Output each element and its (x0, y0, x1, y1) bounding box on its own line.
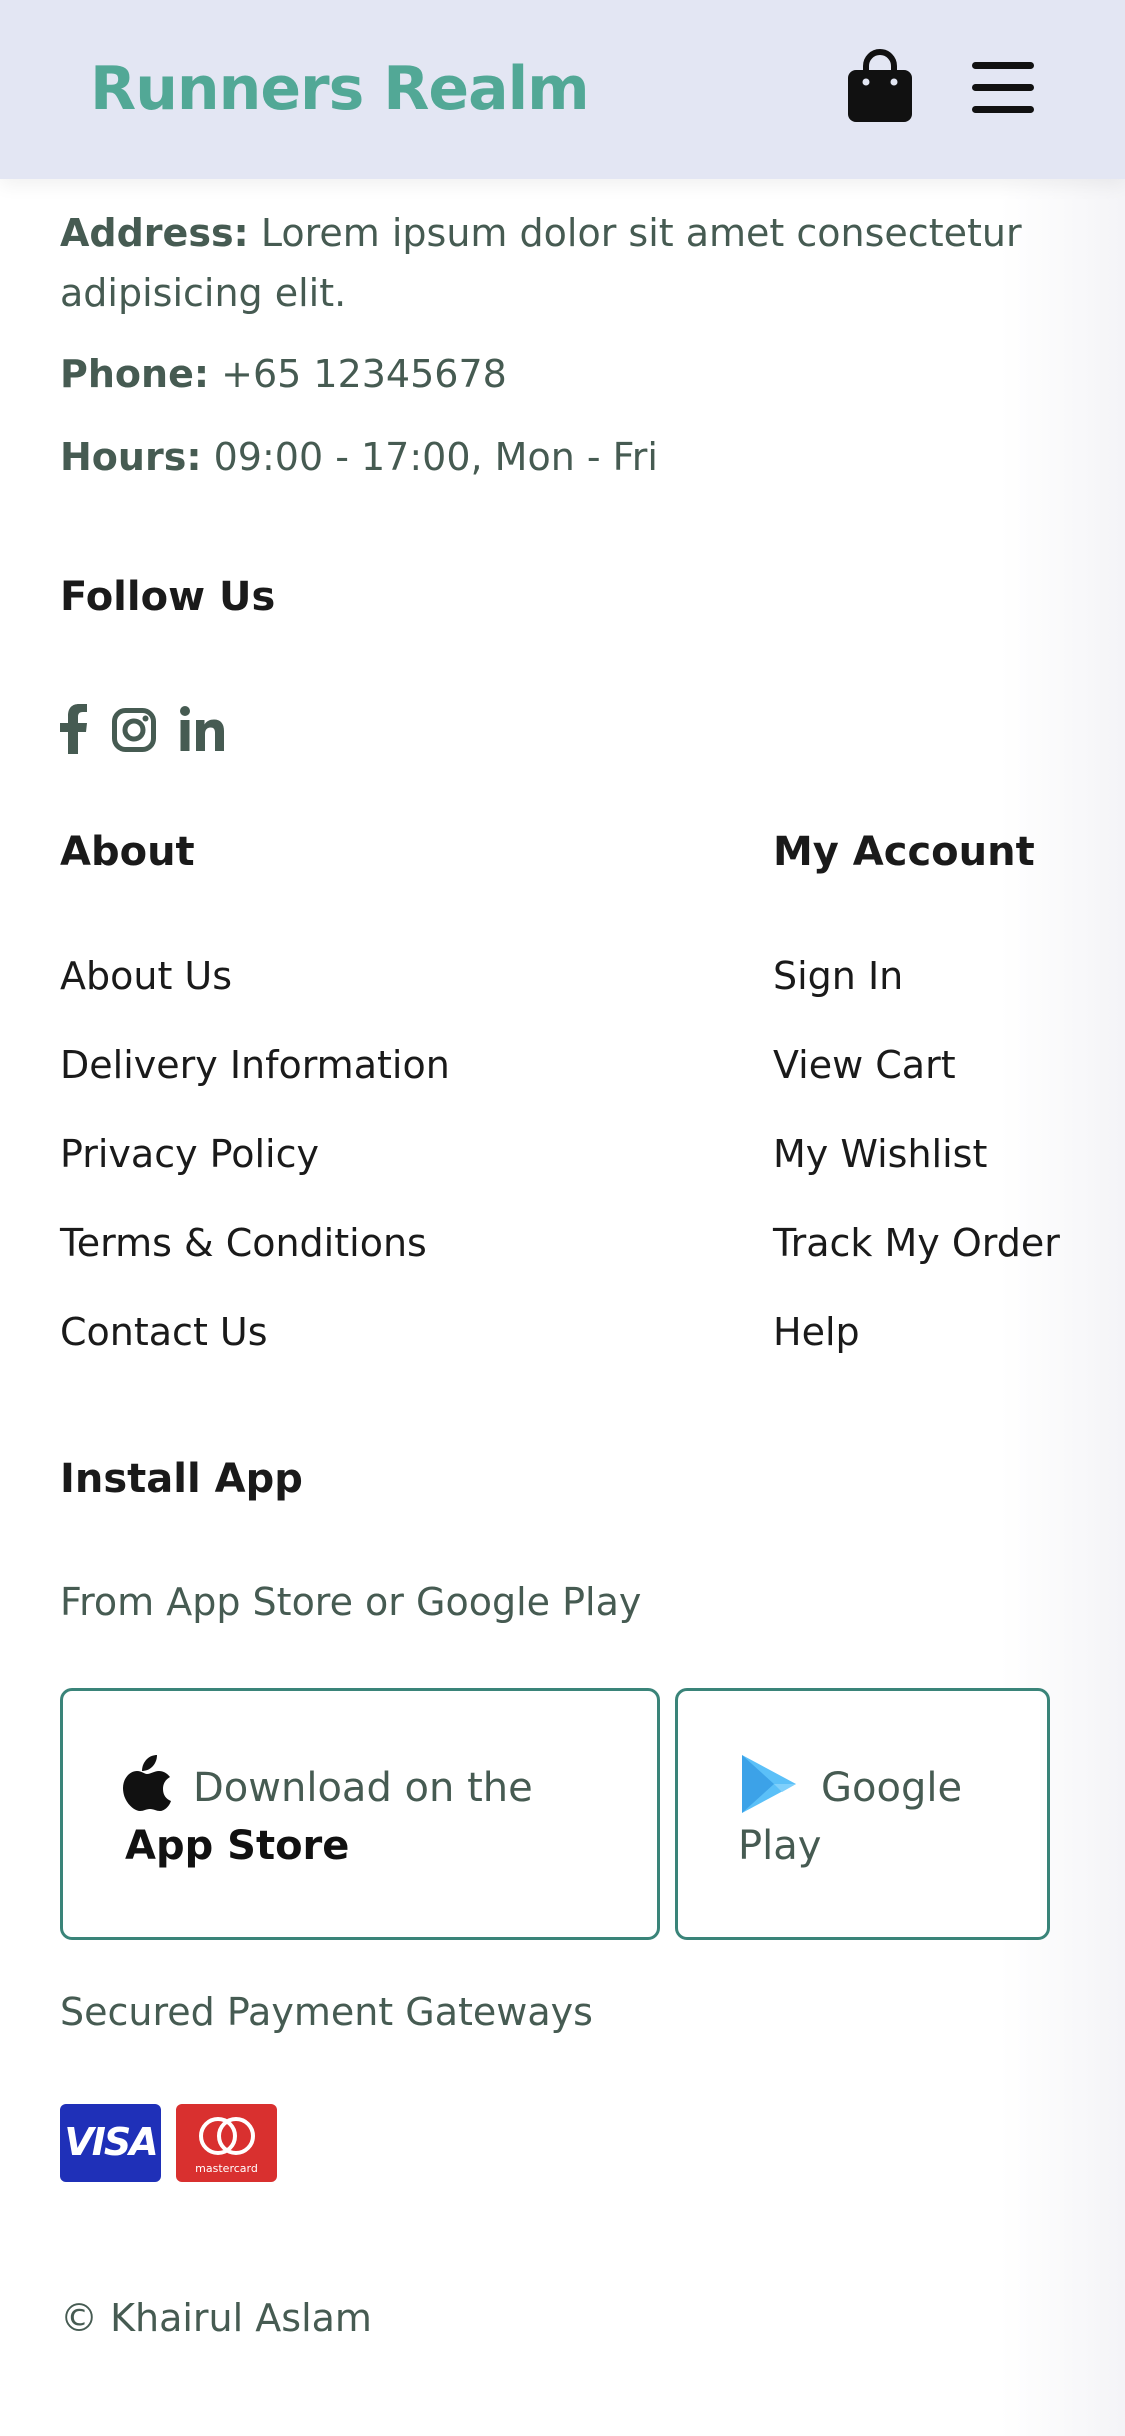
about-heading: About (60, 829, 195, 875)
about-us-link[interactable]: About Us (60, 951, 450, 1040)
mastercard-icon: mastercard (176, 2104, 277, 2182)
payment-gateways-title: Secured Payment Gateways (60, 1990, 593, 2034)
brand-logo[interactable]: Runners Realm (90, 54, 590, 124)
mastercard-label: mastercard (195, 2162, 258, 2175)
app-store-line2: App Store (125, 1823, 350, 1869)
phone-line: Phone: +65 12345678 (60, 344, 1060, 404)
sign-in-link[interactable]: Sign In (773, 951, 1060, 1040)
address-line: Address: Lorem ipsum dolor sit amet cons… (60, 203, 1060, 323)
my-wishlist-link[interactable]: My Wishlist (773, 1129, 1060, 1218)
google-play-line1: Google (821, 1765, 963, 1811)
phone-value: +65 12345678 (221, 352, 507, 396)
copyright-text: © Khairul Aslam (60, 2296, 372, 2340)
follow-us-heading: Follow Us (60, 574, 276, 620)
app-store-button[interactable]: Download on the App Store (60, 1688, 660, 1940)
mastercard-circles-icon (199, 2117, 255, 2155)
site-header: Runners Realm (0, 0, 1125, 179)
hours-line: Hours: 09:00 - 17:00, Mon - Fri (60, 427, 1060, 487)
google-play-button[interactable]: Google Play (675, 1688, 1050, 1940)
app-store-line1: Download on the (193, 1765, 533, 1811)
google-play-line2: Play (738, 1823, 822, 1869)
linkedin-icon[interactable] (180, 706, 224, 752)
phone-label: Phone: (60, 352, 210, 396)
my-account-heading: My Account (773, 829, 1035, 875)
install-app-subtitle: From App Store or Google Play (60, 1580, 642, 1624)
terms-conditions-link[interactable]: Terms & Conditions (60, 1218, 450, 1307)
track-my-order-link[interactable]: Track My Order (773, 1218, 1060, 1307)
contact-us-link[interactable]: Contact Us (60, 1307, 450, 1396)
privacy-policy-link[interactable]: Privacy Policy (60, 1129, 450, 1218)
install-app-heading: Install App (60, 1456, 303, 1502)
visa-label: VISA (64, 2120, 158, 2164)
hamburger-menu-icon[interactable] (970, 56, 1036, 120)
hours-value: 09:00 - 17:00, Mon - Fri (213, 435, 658, 479)
account-links: Sign In View Cart My Wishlist Track My O… (773, 951, 1060, 1396)
apple-icon (123, 1755, 171, 1811)
facebook-icon[interactable] (60, 704, 88, 754)
help-link[interactable]: Help (773, 1307, 1060, 1396)
address-label: Address: (60, 211, 249, 255)
visa-card-icon: VISA (60, 2104, 161, 2182)
instagram-icon[interactable] (112, 708, 156, 752)
shopping-bag-icon[interactable] (846, 48, 914, 122)
google-play-icon (742, 1755, 796, 1813)
delivery-information-link[interactable]: Delivery Information (60, 1040, 450, 1129)
about-links: About Us Delivery Information Privacy Po… (60, 951, 450, 1396)
view-cart-link[interactable]: View Cart (773, 1040, 1060, 1129)
hours-label: Hours: (60, 435, 202, 479)
